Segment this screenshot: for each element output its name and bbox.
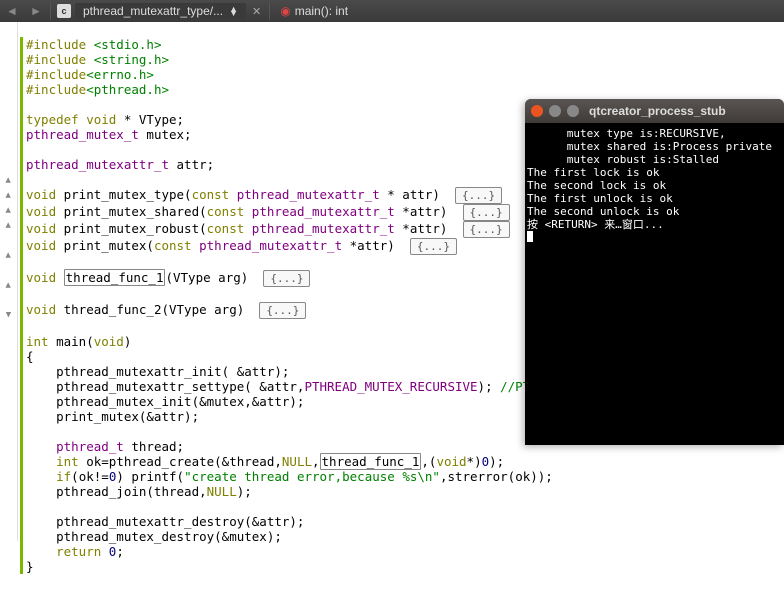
close-tab-icon[interactable]: ✕ (252, 5, 261, 18)
file-dropdown[interactable]: pthread_mutexattr_type/... ▲▼ (75, 3, 246, 19)
fold-badge[interactable]: {...} (410, 238, 457, 255)
gutter: ▶ ▶ ▶ ▶ ▶ ▶ ▼ (0, 22, 18, 541)
terminal-window[interactable]: qtcreator_process_stub mutex type is:REC… (525, 99, 784, 445)
separator (269, 2, 270, 20)
fold-badge[interactable]: {...} (455, 187, 502, 204)
terminal-title: qtcreator_process_stub (589, 104, 726, 118)
fold-marker-icon[interactable]: ▶ (0, 217, 17, 232)
terminal-titlebar[interactable]: qtcreator_process_stub (525, 99, 784, 123)
window-maximize-icon[interactable] (567, 105, 579, 117)
breadcrumb[interactable]: ◉ main(): int (280, 4, 348, 18)
function-icon: ◉ (280, 4, 290, 18)
dropdown-arrows-icon: ▲▼ (229, 7, 238, 15)
file-type-icon: c (57, 4, 71, 18)
breadcrumb-label: main(): int (295, 4, 348, 18)
window-close-icon[interactable] (531, 105, 543, 117)
fold-marker-icon[interactable]: ▶ (0, 277, 17, 292)
terminal-output[interactable]: mutex type is:RECURSIVE, mutex shared is… (525, 123, 784, 249)
forward-icon[interactable]: ► (28, 3, 44, 19)
separator (50, 2, 51, 20)
top-toolbar: ◄ ► c pthread_mutexattr_type/... ▲▼ ✕ ◉ … (0, 0, 784, 22)
file-dropdown-label: pthread_mutexattr_type/... (83, 4, 223, 18)
terminal-cursor (527, 231, 533, 242)
fold-marker-icon[interactable]: ▶ (0, 172, 17, 187)
window-minimize-icon[interactable] (549, 105, 561, 117)
highlighted-symbol: thread_func_1 (320, 453, 422, 470)
fold-badge[interactable]: {...} (263, 270, 310, 287)
fold-marker-icon[interactable]: ▶ (0, 247, 17, 262)
fold-badge[interactable]: {...} (259, 302, 306, 319)
fold-badge[interactable]: {...} (463, 204, 510, 221)
fold-marker-icon[interactable]: ▶ (0, 187, 17, 202)
fold-badge[interactable]: {...} (463, 221, 510, 238)
fold-marker-icon[interactable]: ▶ (0, 202, 17, 217)
fold-marker-open-icon[interactable]: ▼ (0, 307, 17, 322)
back-icon[interactable]: ◄ (4, 3, 20, 19)
highlighted-symbol: thread_func_1 (64, 269, 166, 286)
